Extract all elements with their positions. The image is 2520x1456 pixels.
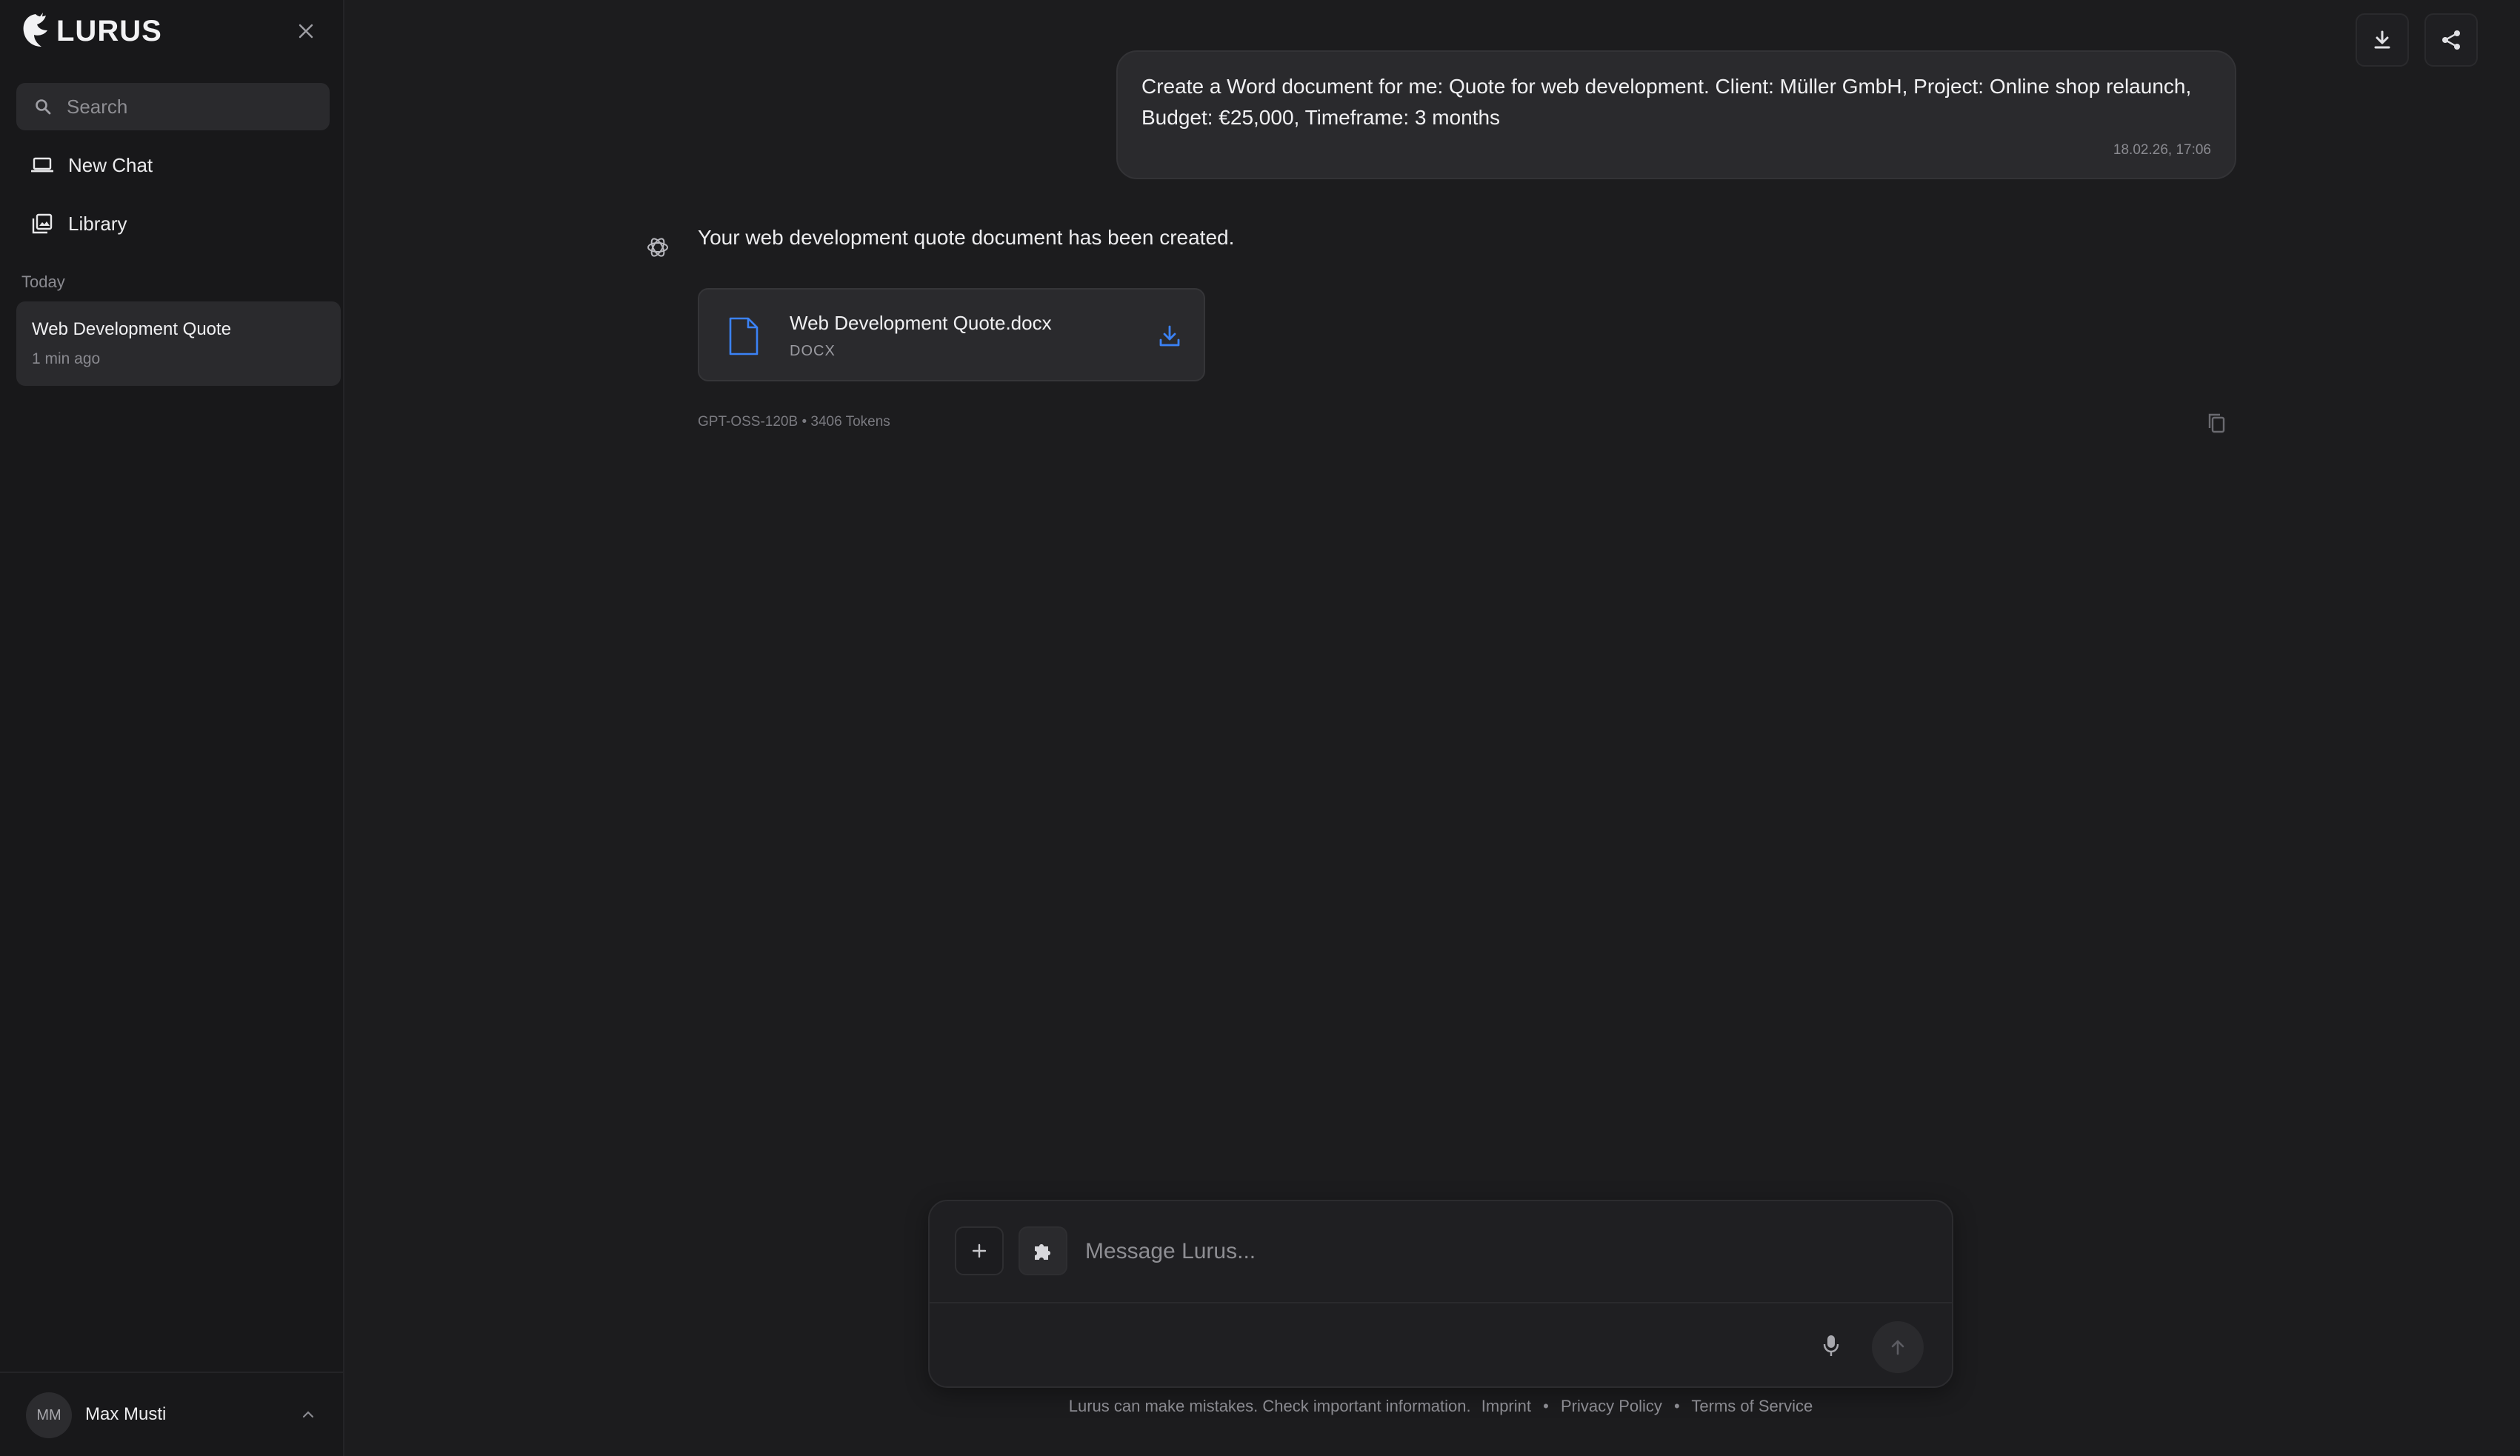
message-timestamp: 18.02.26, 17:06 [2113,142,2211,158]
sidebar-item-new-chat[interactable]: New Chat [16,141,330,189]
footer: Lurus can make mistakes. Check important… [928,1397,1953,1416]
puzzle-icon [1035,1244,1050,1260]
user-message-text: Create a Word document for me: Quote for… [1141,75,2192,129]
sidebar-item-label: New Chat [68,153,153,176]
user-message: Create a Word document for me: Quote for… [1116,50,2236,179]
plus-icon [972,1243,987,1258]
message-input[interactable] [1084,1234,1901,1269]
share-chat-button[interactable] [2424,13,2478,67]
brand-logo[interactable]: LURUS [19,10,162,52]
copy-icon [2208,413,2225,433]
send-button[interactable] [1872,1321,1924,1373]
microphone-icon [1823,1335,1839,1356]
assistant-message-text: Your web development quote document has … [698,226,1235,249]
brand-name: LURUS [56,14,162,47]
file-attachment-card[interactable]: Web Development Quote.docx DOCX [698,288,1205,381]
close-sidebar-button[interactable] [293,18,319,44]
search-input[interactable] [65,94,320,119]
plugins-button[interactable] [1019,1226,1067,1275]
download-file-icon[interactable] [1157,324,1182,349]
footer-separator: • [1674,1397,1680,1415]
document-file-icon [729,317,759,355]
sidebar-item-library[interactable]: Library [16,200,330,247]
lurus-logo-icon [23,13,47,47]
message-meta: GPT-OSS-120B • 3406 Tokens [698,414,890,430]
close-icon [299,24,313,39]
share-icon [2442,30,2460,50]
user-menu[interactable]: MM Max Musti [0,1372,343,1456]
disclaimer-text: Lurus can make mistakes. Check important… [1068,1397,1471,1415]
privacy-policy-link[interactable]: Privacy Policy [1561,1397,1662,1415]
user-name: Max Musti [85,1404,167,1424]
composer-divider [930,1302,1952,1303]
sidebar-search[interactable] [16,83,330,130]
file-type: DOCX [790,343,836,359]
chat-title: Web Development Quote [32,319,232,339]
app-root: LURUS New Chat [0,0,2520,1456]
chevron-up-icon [299,1406,317,1423]
section-label-today: Today [21,273,65,291]
voice-input-button[interactable] [1813,1327,1850,1364]
chat-time: 1 min ago [32,350,101,367]
library-icon [32,213,53,234]
download-chat-button[interactable] [2356,13,2409,67]
search-icon [36,99,51,115]
message-composer [928,1200,1953,1388]
imprint-link[interactable]: Imprint [1481,1397,1531,1415]
assistant-avatar-icon [647,238,668,257]
sidebar: LURUS New Chat [0,0,344,1456]
arrow-up-icon [1891,1340,1904,1355]
terms-of-service-link[interactable]: Terms of Service [1691,1397,1813,1415]
download-icon [2374,30,2390,49]
avatar: MM [26,1392,72,1438]
chat-history-item[interactable]: Web Development Quote 1 min ago [16,301,341,386]
add-attachment-button[interactable] [955,1226,1004,1275]
file-name: Web Development Quote.docx [790,312,1052,334]
footer-separator: • [1543,1397,1549,1415]
sidebar-item-label: Library [68,212,127,235]
laptop-icon [31,157,53,173]
copy-message-button[interactable] [2204,411,2228,435]
